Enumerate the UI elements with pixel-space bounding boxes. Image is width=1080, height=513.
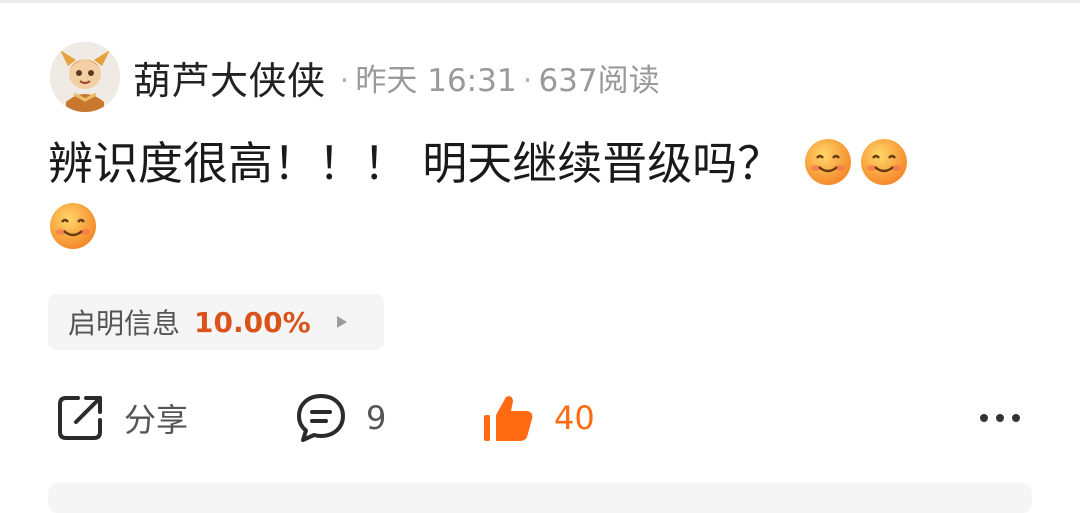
meta-separator: · <box>522 62 533 99</box>
post-content[interactable]: 辨识度很高！！！ 明天继续晋级吗？ <box>48 132 1028 260</box>
like-count: 40 <box>554 399 595 437</box>
post-text: 辨识度很高！！！ 明天继续晋级吗？ <box>48 137 783 190</box>
stock-tag[interactable]: 启明信息 10.00% <box>48 294 384 350</box>
smile-emoji-icon <box>860 139 907 185</box>
share-button[interactable]: 分享 <box>54 388 188 448</box>
stock-name: 启明信息 <box>68 307 181 340</box>
top-divider <box>0 0 1080 3</box>
stock-change: 10.00% <box>194 305 311 339</box>
author-name[interactable]: 葫芦大侠侠 <box>133 50 326 105</box>
comment-button[interactable]: 9 <box>294 388 386 448</box>
post-time: 昨天 16:31 <box>355 62 517 99</box>
smile-emoji-icon <box>50 203 96 249</box>
post-meta: · 昨天 16:31 · 637阅读 <box>334 55 660 100</box>
comment-count: 9 <box>366 399 387 437</box>
more-button[interactable] <box>976 388 1024 448</box>
comment-icon <box>297 394 345 442</box>
play-arrow-icon <box>336 316 347 328</box>
more-icon <box>980 414 1020 422</box>
post-header: 葫芦大侠侠 · 昨天 16:31 · 637阅读 <box>50 42 660 112</box>
avatar-image <box>50 42 120 112</box>
comment-preview-box[interactable] <box>48 483 1032 513</box>
smile-emoji-icon <box>804 139 851 185</box>
share-icon <box>58 396 102 440</box>
share-label: 分享 <box>124 401 189 439</box>
read-count: 637阅读 <box>538 62 660 99</box>
action-bar: 分享 9 40 <box>0 388 1080 448</box>
meta-separator: · <box>339 62 350 99</box>
thumbs-up-icon <box>484 396 533 441</box>
like-button[interactable]: 40 <box>482 388 595 448</box>
avatar[interactable] <box>50 42 120 112</box>
